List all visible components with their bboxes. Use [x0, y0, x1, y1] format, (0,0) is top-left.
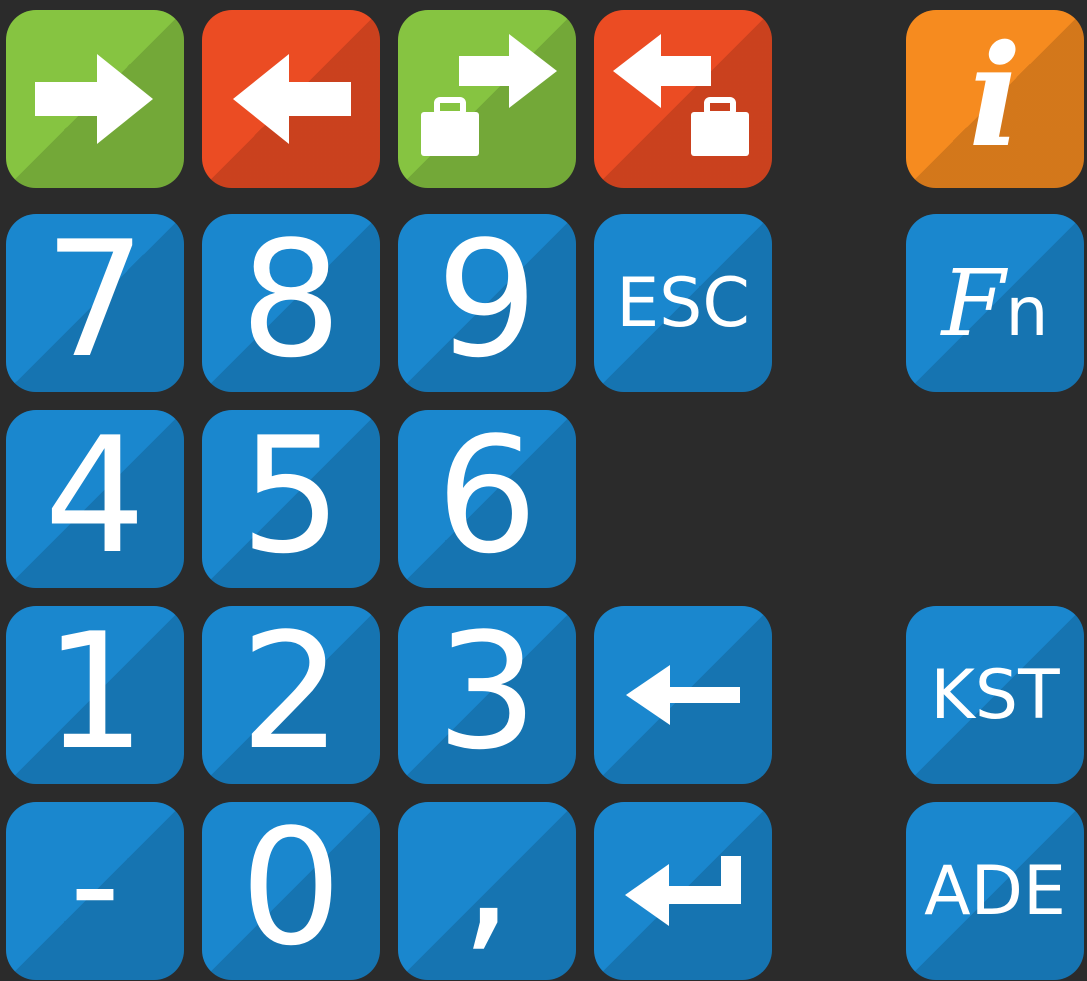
fn-label: F n	[942, 250, 1049, 357]
arrow-left-briefcase-icon	[613, 34, 753, 164]
arrow-left-icon	[231, 54, 351, 144]
kst-label: KST	[930, 655, 1060, 735]
key-5-label: 5	[240, 410, 342, 588]
key-0[interactable]: 0	[202, 802, 380, 980]
key-3[interactable]: 3	[398, 606, 576, 784]
ade-button[interactable]: ADE	[906, 802, 1084, 980]
key-9[interactable]: 9	[398, 214, 576, 392]
key-0-label: 0	[240, 802, 342, 980]
arrow-right-briefcase-icon	[417, 34, 557, 164]
ade-label: ADE	[924, 851, 1066, 931]
minus-button[interactable]: -	[6, 802, 184, 980]
back-button[interactable]	[202, 10, 380, 188]
comma-label: ,	[459, 802, 515, 970]
fn-button[interactable]: F n	[906, 214, 1084, 392]
key-6-label: 6	[436, 410, 538, 588]
esc-label: ESC	[616, 263, 750, 343]
enter-return-icon	[625, 856, 741, 926]
key-2[interactable]: 2	[202, 606, 380, 784]
key-6[interactable]: 6	[398, 410, 576, 588]
key-8-label: 8	[240, 214, 342, 392]
backspace-button[interactable]	[594, 606, 772, 784]
enter-button[interactable]	[594, 802, 772, 980]
comma-button[interactable]: ,	[398, 802, 576, 980]
key-3-label: 3	[436, 606, 538, 784]
key-2-label: 2	[240, 606, 342, 784]
minus-label: -	[69, 804, 121, 967]
fn-label-n: n	[1005, 272, 1049, 352]
key-7-label: 7	[44, 214, 146, 392]
forward-button[interactable]	[6, 10, 184, 188]
arrow-left-icon	[626, 665, 740, 725]
key-9-label: 9	[436, 214, 538, 392]
key-7[interactable]: 7	[6, 214, 184, 392]
arrow-right-icon	[35, 54, 155, 144]
forward-case-button[interactable]	[398, 10, 576, 188]
fn-label-f: F	[941, 249, 1006, 357]
key-4[interactable]: 4	[6, 410, 184, 588]
esc-button[interactable]: ESC	[594, 214, 772, 392]
info-icon: i	[968, 15, 1022, 179]
kst-button[interactable]: KST	[906, 606, 1084, 784]
key-4-label: 4	[44, 410, 146, 588]
key-5[interactable]: 5	[202, 410, 380, 588]
back-case-button[interactable]	[594, 10, 772, 188]
info-button[interactable]: i	[906, 10, 1084, 188]
key-8[interactable]: 8	[202, 214, 380, 392]
key-1[interactable]: 1	[6, 606, 184, 784]
key-1-label: 1	[44, 606, 146, 784]
